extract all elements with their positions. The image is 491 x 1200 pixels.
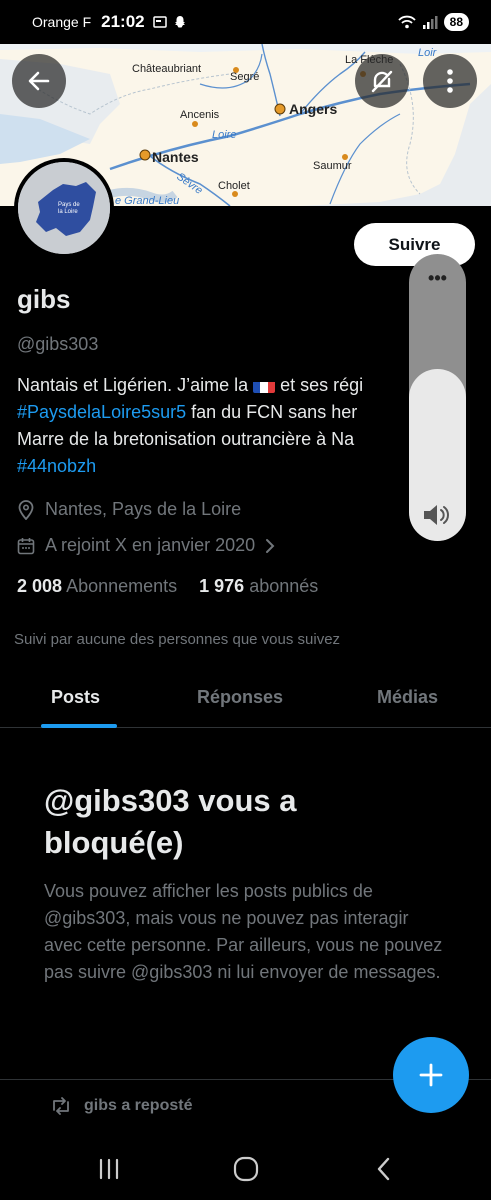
tab-media[interactable]: Médias (377, 687, 438, 708)
volume-more-icon[interactable]: ••• (409, 268, 466, 289)
recent-apps-button[interactable] (92, 1154, 126, 1184)
bell-slash-icon (371, 70, 393, 93)
volume-slider[interactable]: ••• (409, 254, 466, 541)
joined-row[interactable]: A rejoint X en janvier 2020 (17, 535, 275, 556)
joined-text: A rejoint X en janvier 2020 (45, 535, 256, 555)
speaker-icon[interactable] (421, 501, 453, 529)
plus-icon (419, 1063, 443, 1087)
location-text: Nantes, Pays de la Loire (45, 499, 242, 519)
calendar-icon (17, 537, 35, 554)
system-nav-bar (0, 1136, 491, 1200)
clock: 21:02 (101, 12, 145, 31)
blocked-title: @gibs303 vous a bloqué(e) (44, 783, 297, 860)
avatar-label-line2: la Loire (58, 209, 78, 215)
repost-icon (53, 1097, 69, 1115)
location-pin-icon (18, 499, 34, 520)
map-label-angers: Angers (289, 101, 337, 117)
repost-label: gibs a reposté (84, 1097, 193, 1114)
more-options-button[interactable] (423, 54, 477, 108)
gallery-notification-icon (152, 16, 167, 28)
profile-tabs: Posts Réponses Médias (0, 672, 491, 728)
map-label-saumur: Saumur (313, 160, 352, 172)
map-label-grand-lieu: e Grand-Lieu (115, 195, 179, 206)
bio-text: fan du FCN sans her (186, 402, 358, 422)
tab-posts[interactable]: Posts (51, 687, 100, 708)
bio-text: et ses régi (275, 375, 364, 395)
compose-button[interactable] (393, 1037, 469, 1113)
repost-indicator: gibs a reposté (50, 1097, 192, 1115)
map-label-ancenis: Ancenis (180, 109, 220, 121)
blocked-description: Vous pouvez afficher les posts publics d… (44, 881, 443, 982)
tab-replies[interactable]: Réponses (197, 687, 283, 708)
snapchat-icon (174, 16, 185, 28)
map-label-loire: Loire (212, 129, 236, 141)
back-button[interactable] (12, 54, 66, 108)
map-label-nantes: Nantes (152, 149, 199, 165)
wifi-icon (397, 15, 416, 29)
avatar[interactable]: Pays de la Loire (14, 158, 114, 258)
map-label-chateaubriant: Châteaubriant (132, 63, 201, 75)
chevron-right-icon (266, 538, 275, 553)
back-nav-button[interactable] (367, 1154, 401, 1184)
map-label-cholet: Cholet (218, 180, 250, 192)
active-tab-indicator (41, 724, 117, 728)
battery-level: 88 (443, 13, 469, 31)
home-button[interactable] (229, 1154, 263, 1184)
carrier-name: Orange F (32, 14, 92, 30)
more-vertical-icon (447, 69, 453, 93)
avatar-image: Pays de la Loire (18, 162, 110, 254)
bio-hashtag-link[interactable]: #PaysdelaLoire5sur5 (17, 402, 186, 422)
notifications-button[interactable] (355, 54, 409, 108)
display-name: gibs (17, 284, 71, 314)
status-bar: Orange F 21:02 88 (0, 0, 491, 44)
bio-text: Nantais et Ligérien. J’aime la (17, 375, 254, 395)
french-flag-icon (253, 378, 276, 393)
chevron-left-icon (377, 1157, 390, 1181)
arrow-left-icon (28, 71, 50, 91)
recent-apps-icon (99, 1158, 119, 1180)
following-link[interactable]: 2 008 Abonnements (17, 576, 177, 597)
avatar-label-line1: Pays de (58, 202, 80, 208)
followers-label: abonnés (249, 576, 319, 596)
user-handle: @gibs303 (17, 334, 99, 354)
signal-icon (422, 16, 438, 29)
followers-link[interactable]: 1 976 abonnés (199, 576, 318, 597)
followed-by-text: Suivi par aucune des personnes que vous … (14, 631, 341, 648)
home-icon (233, 1156, 259, 1182)
bio-hashtag-link[interactable]: #44nobzh (17, 456, 96, 476)
location-row: Nantes, Pays de la Loire (17, 499, 241, 520)
followers-count: 1 976 (199, 576, 245, 596)
following-label: Abonnements (66, 576, 178, 596)
follow-counts: 2 008 Abonnements 1 976 abonnés (17, 576, 318, 597)
follow-button[interactable]: Suivre (354, 223, 475, 266)
following-count: 2 008 (17, 576, 63, 596)
map-label-segre: Segré (230, 71, 259, 83)
